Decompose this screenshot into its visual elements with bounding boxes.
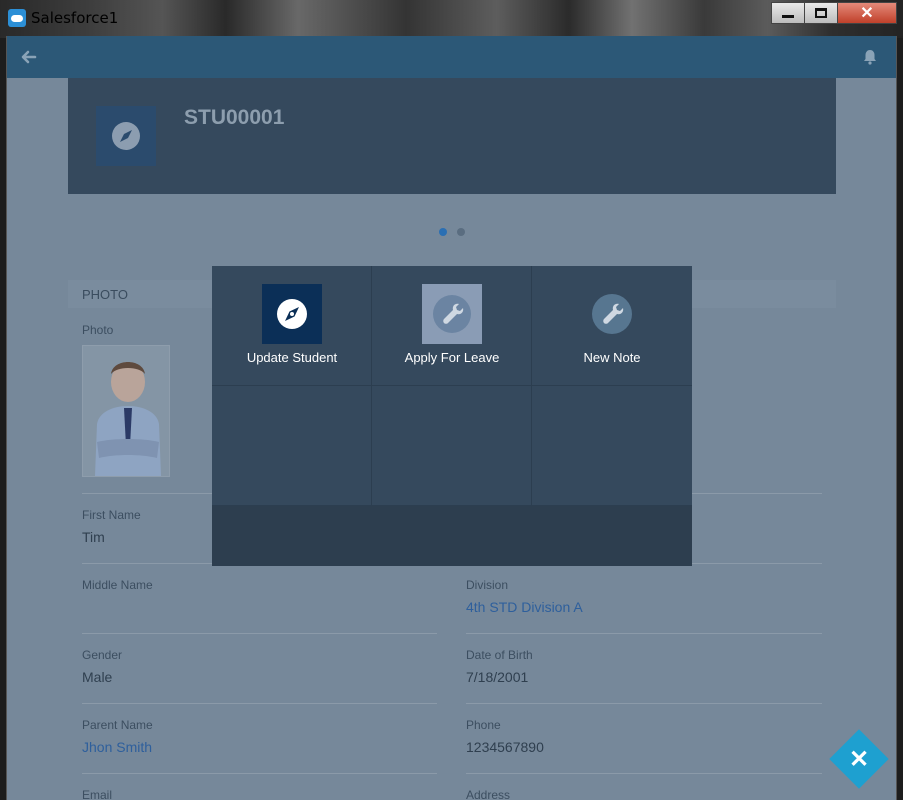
wrench-icon bbox=[422, 284, 482, 344]
record-title: STU00001 bbox=[184, 106, 285, 129]
divider bbox=[82, 773, 437, 774]
window-controls: ✕ bbox=[771, 2, 897, 24]
maximize-button[interactable] bbox=[804, 2, 838, 24]
window-titlebar: Salesforce1 ✕ bbox=[0, 0, 903, 36]
minimize-icon bbox=[782, 14, 794, 18]
phone-label: Phone bbox=[466, 718, 501, 732]
close-icon: ✕ bbox=[860, 5, 874, 22]
action-new-note[interactable]: New Note bbox=[532, 266, 692, 386]
compass-icon bbox=[96, 106, 156, 166]
carousel-dot[interactable] bbox=[439, 228, 447, 236]
first-name-label: First Name bbox=[82, 508, 141, 522]
parent-name-link[interactable]: Jhon Smith bbox=[82, 739, 152, 755]
middle-name-label: Middle Name bbox=[82, 578, 153, 592]
app-window: Salesforce1 ✕ STU00001 PHOTO Photo First… bbox=[0, 0, 903, 800]
app-header bbox=[7, 36, 896, 78]
division-link[interactable]: 4th STD Division A bbox=[466, 599, 583, 615]
action-update-student[interactable]: Update Student bbox=[212, 266, 372, 386]
salesforce-app-icon bbox=[8, 9, 26, 27]
action-label: New Note bbox=[583, 350, 641, 365]
division-label: Division bbox=[466, 578, 509, 592]
gender-value: Male bbox=[82, 669, 113, 685]
action-label: Apply For Leave bbox=[404, 350, 500, 365]
section-title: PHOTO bbox=[82, 287, 128, 302]
divider bbox=[466, 703, 822, 704]
bell-icon[interactable] bbox=[862, 49, 878, 65]
divider bbox=[466, 633, 822, 634]
dob-value: 7/18/2001 bbox=[466, 669, 529, 685]
close-actions-button[interactable]: ✕ bbox=[829, 729, 889, 789]
divider bbox=[82, 703, 437, 704]
empty-action-slot bbox=[212, 386, 372, 506]
student-photo bbox=[82, 345, 170, 477]
divider bbox=[466, 773, 822, 774]
window-title: Salesforce1 bbox=[31, 9, 119, 27]
phone-value[interactable]: 1234567890 bbox=[466, 739, 544, 755]
app-frame: STU00001 PHOTO Photo First Name Tim Midd bbox=[6, 36, 897, 800]
parent-name-label: Parent Name bbox=[82, 718, 153, 732]
action-label: Update Student bbox=[246, 350, 338, 365]
divider bbox=[82, 633, 437, 634]
dob-label: Date of Birth bbox=[466, 648, 533, 662]
address-label: Address bbox=[466, 788, 511, 800]
record-header: STU00001 bbox=[68, 78, 836, 194]
gender-label: Gender bbox=[82, 648, 123, 662]
email-label: Email bbox=[82, 788, 113, 800]
carousel-indicator bbox=[439, 228, 465, 236]
photo-label: Photo bbox=[82, 323, 114, 337]
maximize-icon bbox=[815, 8, 827, 18]
close-window-button[interactable]: ✕ bbox=[837, 2, 897, 24]
empty-action-slot bbox=[532, 386, 692, 506]
action-launcher: Update Student Apply For Leave New Note bbox=[212, 266, 692, 566]
launcher-footer bbox=[212, 506, 692, 566]
empty-action-slot bbox=[372, 386, 532, 506]
wrench-icon bbox=[582, 284, 642, 344]
carousel-dot[interactable] bbox=[457, 228, 465, 236]
compass-icon bbox=[262, 284, 322, 344]
close-icon: ✕ bbox=[848, 745, 870, 773]
first-name-value: Tim bbox=[82, 529, 105, 545]
minimize-button[interactable] bbox=[771, 2, 805, 24]
action-apply-for-leave[interactable]: Apply For Leave bbox=[372, 266, 532, 386]
arrow-left-icon[interactable] bbox=[19, 47, 39, 67]
